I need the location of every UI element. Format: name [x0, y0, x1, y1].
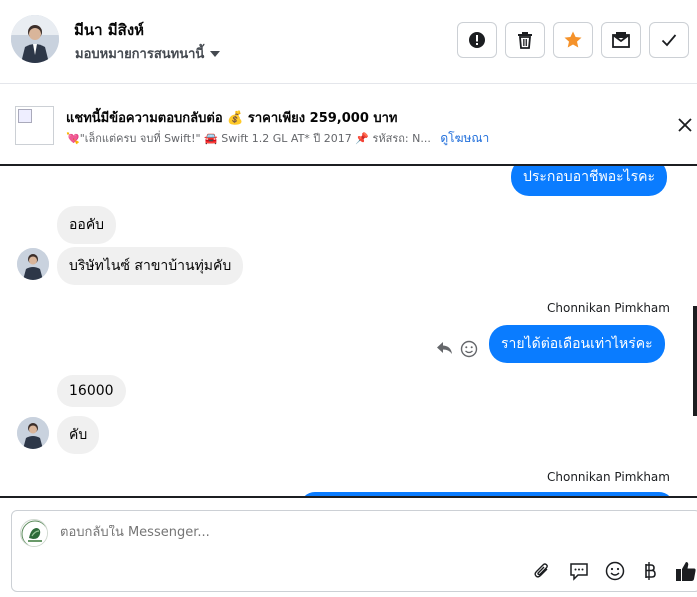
- saved-replies-icon[interactable]: [567, 559, 591, 583]
- close-icon: [678, 118, 692, 132]
- react-emoji-icon[interactable]: [460, 340, 478, 358]
- sender-name: Chonnikan Pimkham: [547, 470, 670, 484]
- ad-subtitle: 💘"เล็กแต่ครบ จบที่ Swift!" 🚘 Swift 1.2 G…: [66, 129, 489, 148]
- ad-description: 💘"เล็กแต่ครบ จบที่ Swift!" 🚘 Swift 1.2 G…: [66, 132, 431, 145]
- outgoing-message-partial: [300, 492, 674, 496]
- star-button[interactable]: [553, 22, 593, 58]
- thumbs-up-icon[interactable]: [674, 559, 697, 583]
- emoji-icon[interactable]: [603, 559, 627, 583]
- mark-spam-button[interactable]: [457, 22, 497, 58]
- incoming-message: 16000: [57, 375, 126, 407]
- page-logo: [20, 519, 48, 547]
- contact-avatar[interactable]: [11, 15, 59, 63]
- reply-composer: [11, 510, 697, 592]
- payment-baht-icon[interactable]: [638, 559, 662, 583]
- contact-avatar-small: [17, 417, 49, 449]
- assign-conversation-dropdown[interactable]: มอบหมายการสนทนานี้: [75, 43, 221, 64]
- view-ad-link[interactable]: ดูโฆษณา: [440, 131, 489, 145]
- incoming-message: บริษัทไนซ์ สาขาบ้านทุ่มคับ: [57, 247, 244, 285]
- broken-image-icon: [18, 109, 32, 123]
- outgoing-message: รายได้ต่อเดือนเท่าไหร่คะ: [489, 325, 665, 363]
- delete-button[interactable]: [505, 22, 545, 58]
- incoming-message: คับ: [57, 416, 100, 454]
- ad-thumbnail[interactable]: [15, 106, 54, 145]
- checkmark-icon: [661, 34, 677, 47]
- outgoing-message: ประกอบอาชีพอะไรคะ: [511, 166, 668, 196]
- alert-icon: [469, 32, 485, 48]
- envelope-icon: [612, 32, 630, 48]
- contact-name[interactable]: มีนา มีสิงห์: [74, 18, 144, 42]
- conversation-header: มีนา มีสิงห์ มอบหมายการสนทนานี้: [0, 0, 697, 84]
- message-thread[interactable]: ประกอบอาชีพอะไรคะ ออคับ บริษัทไนซ์ สาขาบ…: [0, 164, 697, 498]
- assign-label: มอบหมายการสนทนานี้: [75, 47, 205, 62]
- mark-done-button[interactable]: [649, 22, 689, 58]
- caret-down-icon: [210, 51, 221, 57]
- trash-icon: [518, 32, 532, 49]
- ad-context-banner: แชทนี้มีข้อความตอบกลับต่อ 💰 ราคาเพียง 25…: [0, 85, 697, 163]
- reply-input[interactable]: [60, 525, 560, 540]
- ad-title: แชทนี้มีข้อความตอบกลับต่อ 💰 ราคาเพียง 25…: [66, 111, 398, 126]
- incoming-message: ออคับ: [57, 206, 117, 244]
- sender-name: Chonnikan Pimkham: [547, 301, 670, 315]
- mark-unread-button[interactable]: [601, 22, 641, 58]
- contact-avatar-small: [17, 248, 49, 280]
- star-icon: [564, 31, 582, 48]
- attachment-icon[interactable]: [530, 559, 554, 583]
- reply-icon[interactable]: [436, 340, 454, 356]
- close-banner-button[interactable]: [676, 116, 694, 134]
- scrollbar[interactable]: [693, 306, 697, 416]
